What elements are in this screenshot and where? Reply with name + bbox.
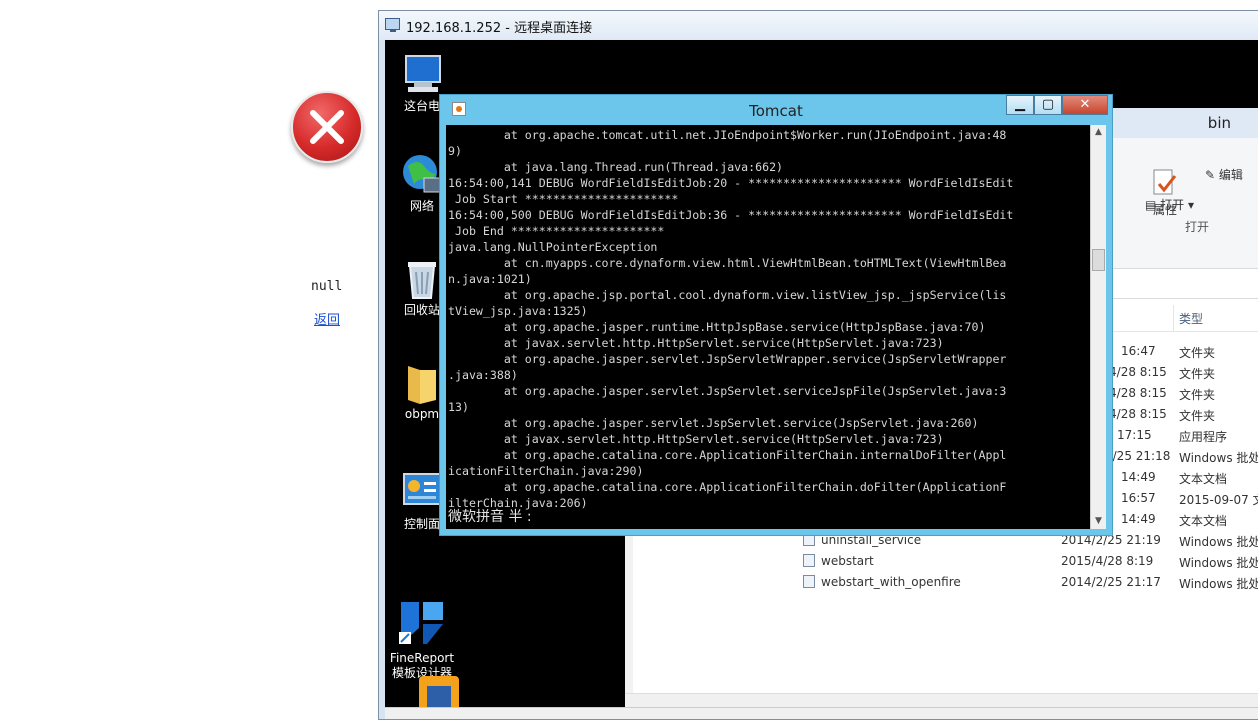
file-name[interactable]: webstart: [821, 554, 874, 568]
console-vertical-scrollbar[interactable]: ▲ ▼: [1090, 125, 1106, 529]
desktop-icon-label: 控制面: [403, 517, 440, 531]
scroll-up-icon[interactable]: ▲: [1091, 125, 1106, 140]
explorer-title: bin: [1207, 114, 1231, 132]
explorer-horizontal-scrollbar[interactable]: [625, 693, 1258, 708]
file-type: 2015-09-07 文: [1179, 493, 1258, 507]
file-type: 文本文档: [1179, 472, 1228, 486]
edit-button[interactable]: ✎ 编辑: [1205, 166, 1243, 183]
file-date: /4/28 8:15: [1105, 365, 1167, 379]
file-name[interactable]: webstart_with_openfire: [821, 575, 961, 589]
console-output[interactable]: at org.apache.tomcat.util.net.JIoEndpoin…: [446, 125, 1090, 529]
file-type: Windows 批处: [1179, 451, 1258, 465]
finereport-icon: [397, 583, 447, 644]
desktop-icon-partial[interactable]: [399, 672, 479, 708]
desktop-icon-label: obpm: [404, 407, 440, 421]
desktop-icon-label: 回收站: [403, 303, 440, 317]
remote-desktop-window: 192.168.1.252 - 远程桌面连接 bin 属性 ✎ 编辑 ▤ 打开 …: [378, 10, 1258, 720]
remote-screen: bin 属性 ✎ 编辑 ▤ 打开 ▾ 打开 类型 16:47 文件夹 /4/28…: [385, 40, 1258, 708]
file-date: 16:57: [1121, 491, 1156, 505]
file-type: 应用程序: [1179, 430, 1228, 444]
file-date: 17:15: [1117, 428, 1152, 442]
file-date: 14:49: [1121, 470, 1156, 484]
open-group-label: 打开: [1185, 220, 1210, 234]
ime-status: 微软拼音 半 :: [448, 509, 532, 525]
batch-file-icon: [803, 575, 815, 588]
rdp-title-bar[interactable]: 192.168.1.252 - 远程桌面连接: [379, 11, 1258, 40]
app-icon: [417, 672, 461, 708]
file-type: 文件夹: [1179, 388, 1216, 402]
open-button[interactable]: ▤ 打开 ▾: [1145, 196, 1194, 213]
desktop-icon-label: 这台电: [403, 99, 440, 113]
file-type: Windows 批处: [1179, 535, 1258, 549]
network-globe-icon: [400, 152, 444, 196]
error-icon: [291, 91, 363, 163]
console-log-text: at org.apache.tomcat.util.net.JIoEndpoin…: [448, 128, 1014, 510]
desktop-icon-label: 网络: [409, 199, 434, 213]
recycle-bin-icon: [400, 256, 444, 300]
scroll-thumb[interactable]: [1092, 249, 1105, 271]
control-panel-icon: [400, 470, 444, 514]
remote-desktop-icon: [385, 18, 400, 32]
folder-icon: [400, 360, 444, 404]
batch-file-icon: [803, 554, 815, 567]
rdp-horizontal-scrollbar[interactable]: [385, 707, 1258, 719]
rdp-title: 192.168.1.252 - 远程桌面连接: [406, 21, 593, 36]
file-type: 文件夹: [1179, 367, 1216, 381]
file-type: Windows 批处: [1179, 577, 1258, 591]
file-date: 2014/2/25 21:17: [1061, 575, 1161, 589]
null-message: null: [311, 279, 343, 294]
desktop-icon-finereport[interactable]: FineReport 模板设计器: [385, 568, 462, 681]
tomcat-console-window: Tomcat ▁ ▢ ✕ at org.apache.tomcat.util.n…: [439, 94, 1113, 536]
file-type: Windows 批处: [1179, 556, 1258, 570]
column-separator: [1173, 305, 1174, 331]
file-date: 14:49: [1121, 512, 1156, 526]
edit-label: 编辑: [1218, 168, 1243, 182]
file-date: /4/28 8:15: [1105, 386, 1167, 400]
column-type[interactable]: 类型: [1179, 310, 1203, 327]
back-link[interactable]: 返回: [314, 309, 340, 328]
tomcat-title-bar[interactable]: Tomcat ▁ ▢ ✕: [440, 95, 1112, 125]
computer-icon: [400, 52, 444, 96]
scroll-down-icon[interactable]: ▼: [1091, 514, 1106, 529]
open-label: 打开: [1160, 198, 1185, 212]
file-type: 文件夹: [1179, 409, 1216, 423]
file-type: 文本文档: [1179, 514, 1228, 528]
properties-icon: [1153, 169, 1177, 195]
close-button[interactable]: ✕: [1062, 95, 1108, 115]
file-date: 16:47: [1121, 344, 1156, 358]
file-date: 2015/4/28 8:19: [1061, 554, 1154, 568]
file-date: 2/25 21:18: [1105, 449, 1171, 463]
minimize-button[interactable]: ▁: [1006, 95, 1034, 115]
maximize-button[interactable]: ▢: [1034, 95, 1062, 115]
file-date: /4/28 8:15: [1105, 407, 1167, 421]
file-type: 文件夹: [1179, 346, 1216, 360]
